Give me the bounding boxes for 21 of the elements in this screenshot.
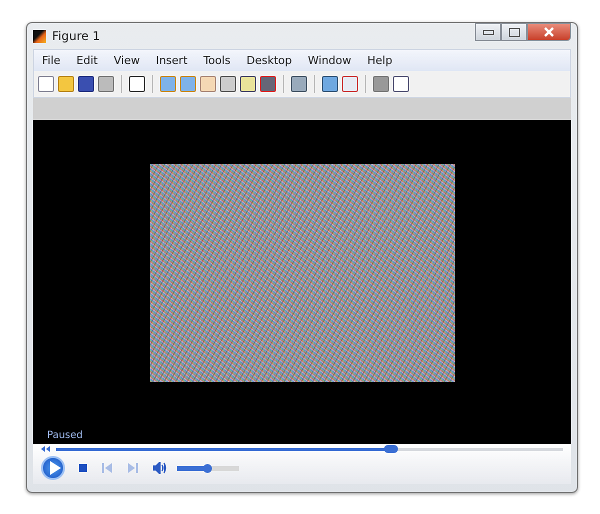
close-icon [543,27,555,37]
menu-item[interactable]: Tools [195,54,239,67]
rewind-icon[interactable] [41,446,50,452]
close-button[interactable] [527,23,571,41]
playback-status: Paused [47,430,83,441]
menu-item[interactable]: File [34,54,68,67]
volume-slider[interactable] [177,466,239,470]
play-icon [48,461,60,475]
maximize-button[interactable] [501,23,527,41]
app-logo-icon [33,30,46,42]
menu-item[interactable]: Window [300,54,360,67]
menu-item[interactable]: Insert [148,54,196,67]
menu-item[interactable]: Desktop [238,54,300,67]
minimize-button[interactable] [475,23,501,41]
menu-item[interactable]: View [106,54,148,67]
menu-item[interactable]: Help [359,54,400,67]
seek-bar[interactable] [56,448,563,450]
speaker-icon[interactable] [153,462,167,474]
play-button[interactable] [41,456,65,480]
menu-item[interactable]: Edit [68,54,106,67]
window-title: Figure 1 [52,29,100,43]
